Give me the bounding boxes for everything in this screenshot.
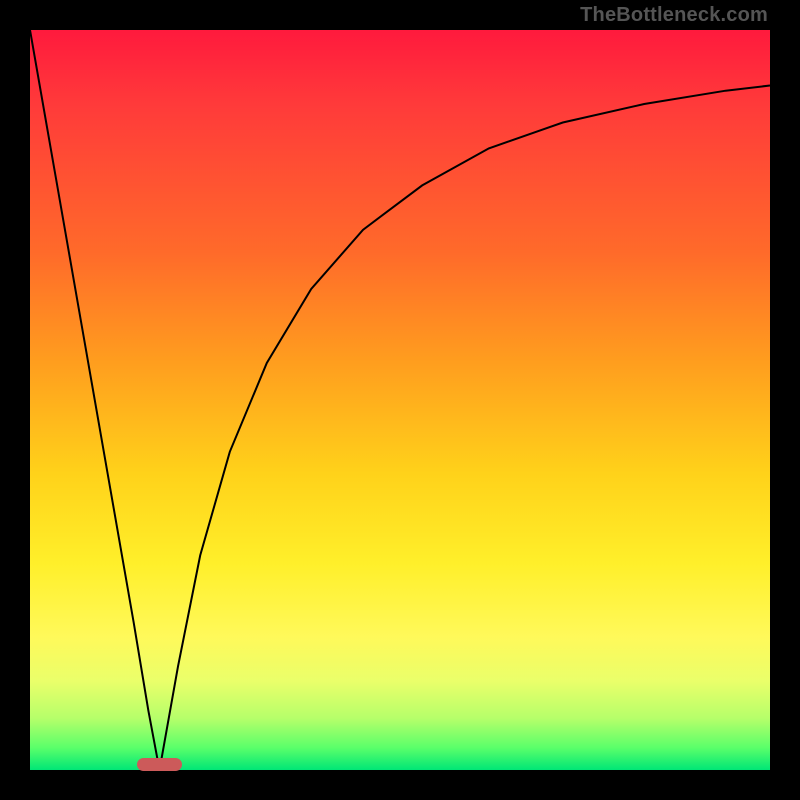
chart-frame: TheBottleneck.com xyxy=(0,0,800,800)
curve-right xyxy=(160,86,771,771)
bottleneck-marker xyxy=(137,758,181,771)
bottleneck-curves xyxy=(30,30,770,770)
watermark-text: TheBottleneck.com xyxy=(580,4,768,27)
curve-left-leg xyxy=(30,30,160,770)
